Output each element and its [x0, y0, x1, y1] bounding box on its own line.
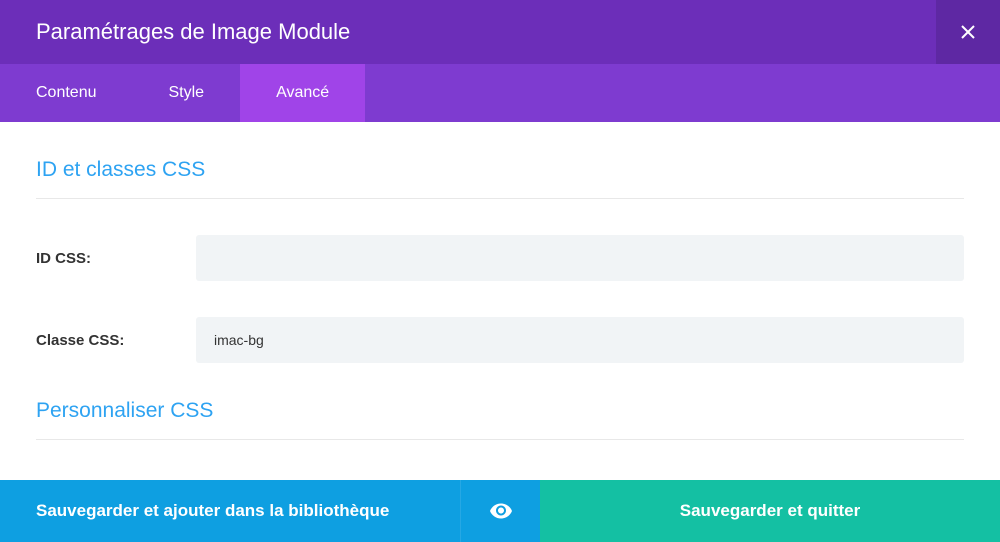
save-exit-button[interactable]: Sauvegarder et quitter [540, 480, 1000, 542]
tabs-bar: Contenu Style Avancé [0, 64, 1000, 122]
tab-advanced[interactable]: Avancé [240, 64, 365, 122]
eye-icon [489, 499, 513, 523]
section-title-css-id: ID et classes CSS [36, 158, 964, 182]
section-title-custom-css: Personnaliser CSS [36, 399, 964, 423]
modal-title: Paramétrages de Image Module [36, 19, 350, 45]
close-icon [961, 25, 975, 39]
input-css-class[interactable] [196, 317, 964, 363]
tab-content[interactable]: Contenu [0, 64, 133, 122]
form-row-css-id: ID CSS: [36, 235, 964, 281]
divider [36, 198, 964, 199]
form-row-css-class: Classe CSS: [36, 317, 964, 363]
tab-style[interactable]: Style [133, 64, 241, 122]
label-css-class: Classe CSS: [36, 332, 196, 349]
preview-button[interactable] [460, 480, 540, 542]
close-button[interactable] [936, 0, 1000, 64]
modal-header: Paramétrages de Image Module [0, 0, 1000, 64]
save-library-button[interactable]: Sauvegarder et ajouter dans la bibliothè… [0, 480, 460, 542]
input-css-id[interactable] [196, 235, 964, 281]
content-area: ID et classes CSS ID CSS: Classe CSS: Pe… [0, 122, 1000, 480]
label-css-id: ID CSS: [36, 250, 196, 267]
divider [36, 439, 964, 440]
modal-footer: Sauvegarder et ajouter dans la bibliothè… [0, 480, 1000, 542]
